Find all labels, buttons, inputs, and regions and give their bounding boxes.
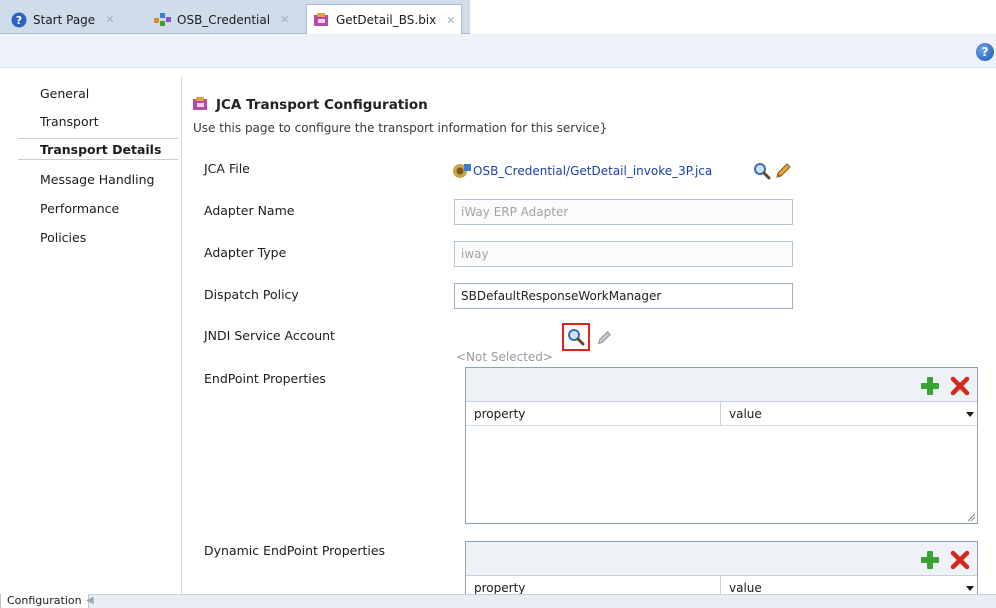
table-toolbar (466, 368, 977, 402)
jca-file-icon (452, 162, 472, 180)
nav-item-general[interactable]: General (40, 86, 89, 101)
tab-label: GetDetail_BS.bix (336, 13, 437, 27)
endpoint-properties-label: EndPoint Properties (204, 371, 326, 386)
add-icon[interactable] (919, 549, 941, 571)
tab-osb-credential[interactable]: OSB_Credential ✕ (148, 5, 295, 34)
nav-item-transport[interactable]: Transport (40, 114, 99, 129)
help-icon[interactable]: ? (976, 43, 994, 61)
chevron-down-icon[interactable] (965, 582, 975, 592)
resize-grip-icon[interactable] (966, 512, 976, 522)
business-service-icon (192, 96, 210, 114)
chevron-down-icon[interactable] (965, 408, 975, 418)
scroll-left-icon[interactable]: ◀ (86, 595, 94, 606)
jca-file-link[interactable]: OSB_Credential/GetDetail_invoke_3P.jca (452, 162, 712, 180)
nav-divider (181, 76, 182, 596)
dispatch-policy-label: Dispatch Policy (204, 287, 299, 302)
business-service-icon (313, 11, 331, 29)
jca-file-label: JCA File (204, 161, 250, 176)
nav-item-transport-details[interactable]: Transport Details (18, 138, 178, 160)
close-icon[interactable]: ✕ (105, 13, 114, 26)
nav-item-performance[interactable]: Performance (40, 201, 119, 216)
project-icon (154, 11, 172, 29)
editor-tab-bar: ? Start Page ✕ OSB_Credential ✕ GetDetai… (0, 0, 996, 35)
nav-item-message-handling[interactable]: Message Handling (40, 172, 154, 187)
tab-label: OSB_Credential (177, 12, 271, 27)
tab-configuration[interactable]: Configuration (0, 594, 89, 608)
dynamic-endpoint-properties-table: property value (465, 541, 978, 601)
help-circle-icon: ? (10, 11, 28, 29)
adapter-type-field: iway (454, 241, 793, 267)
adapter-type-label: Adapter Type (204, 245, 287, 260)
search-icon[interactable] (751, 160, 773, 182)
jndi-service-account-value: <Not Selected> (456, 350, 553, 364)
page-title-text: JCA Transport Configuration (216, 97, 428, 113)
toolbar-row: ? (0, 34, 996, 68)
adapter-name-field: iWay ERP Adapter (454, 199, 793, 225)
dispatch-policy-field[interactable]: SBDefaultResponseWorkManager (454, 283, 793, 309)
add-icon[interactable] (919, 375, 941, 397)
tab-label: Start Page (33, 12, 96, 27)
tab-getdetail-bs[interactable]: GetDetail_BS.bix ✕ (306, 4, 463, 35)
jca-file-path[interactable]: OSB_Credential/GetDetail_invoke_3P.jca (473, 164, 712, 178)
tab-start-page[interactable]: ? Start Page ✕ (4, 5, 120, 34)
jndi-service-account-label: JNDI Service Account (204, 328, 335, 343)
search-icon[interactable] (562, 323, 590, 351)
table-header: property value (466, 402, 977, 426)
page-title: JCA Transport Configuration (192, 96, 428, 114)
adapter-name-label: Adapter Name (204, 203, 295, 218)
edit-pencil-icon[interactable] (594, 327, 614, 349)
bottom-tab-bar: Configuration ◀ (0, 594, 996, 608)
delete-icon[interactable] (949, 549, 971, 571)
delete-icon[interactable] (949, 375, 971, 397)
dynamic-endpoint-properties-label: Dynamic EndPoint Properties (204, 543, 386, 558)
nav-item-policies[interactable]: Policies (40, 230, 86, 245)
svg-text:?: ? (16, 14, 22, 27)
edit-pencil-icon[interactable] (772, 160, 794, 182)
table-toolbar (466, 542, 977, 576)
close-icon[interactable]: ✕ (446, 14, 455, 27)
endpoint-properties-table: property value (465, 367, 978, 524)
column-header-property[interactable]: property (466, 402, 721, 425)
close-icon[interactable]: ✕ (280, 13, 289, 26)
page-subtitle: Use this page to configure the transport… (193, 121, 608, 135)
column-header-value[interactable]: value (721, 402, 977, 425)
